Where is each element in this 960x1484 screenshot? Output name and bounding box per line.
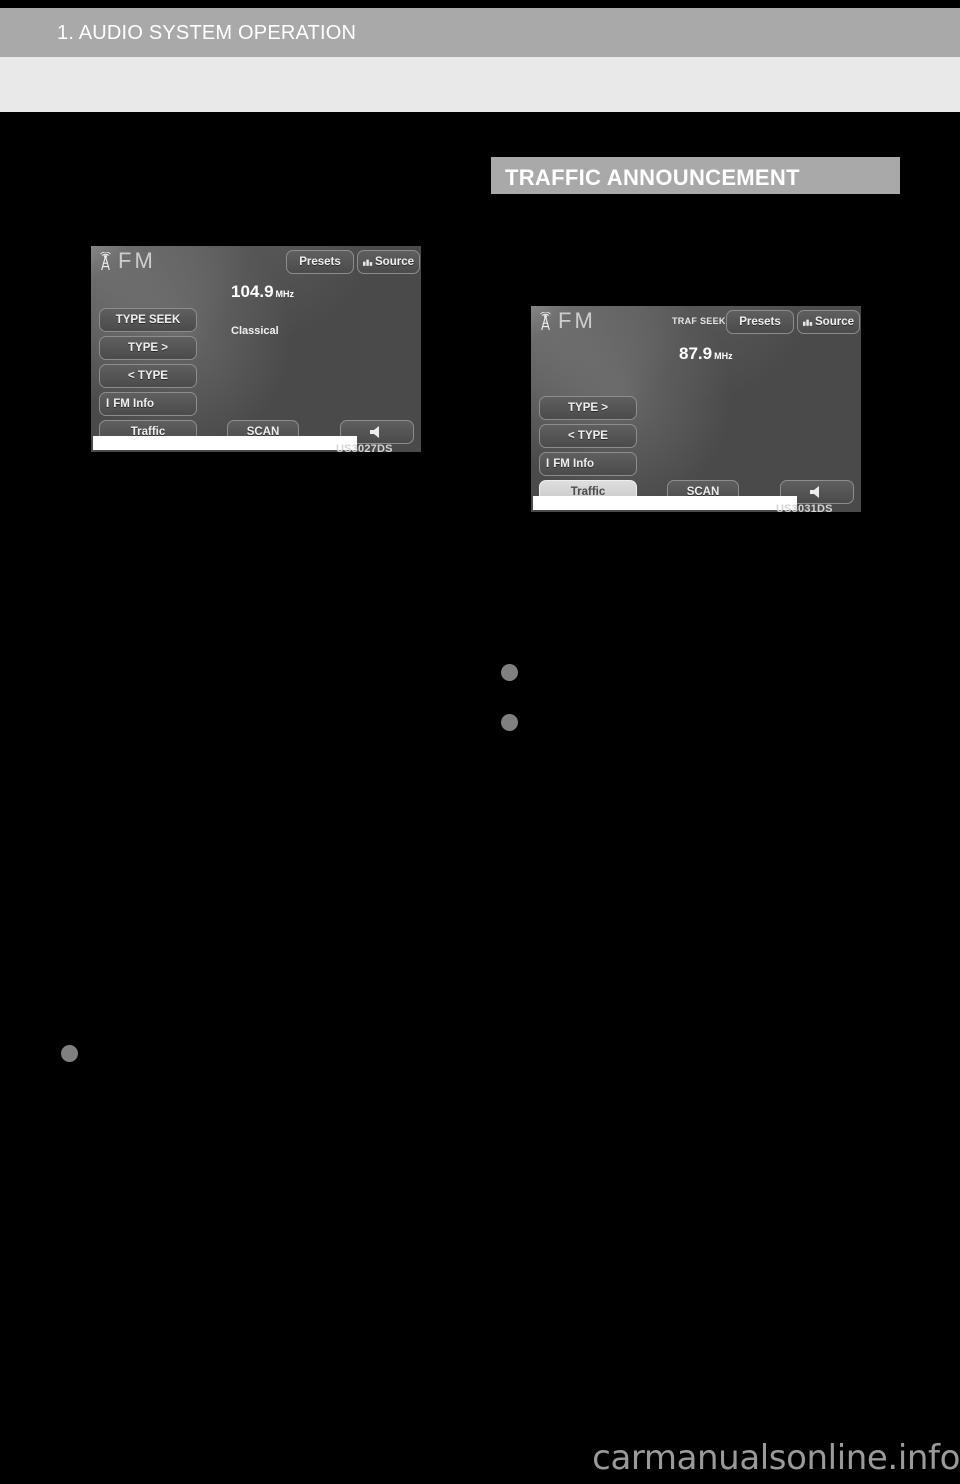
type-next-button[interactable]: TYPE > bbox=[99, 336, 197, 360]
frequency-display: 87.9 MHz bbox=[679, 344, 733, 364]
frequency-value: 87.9 bbox=[679, 344, 713, 363]
traf-seek-status: TRAF SEEK bbox=[672, 316, 726, 326]
page-title: 1. AUDIO SYSTEM OPERATION bbox=[57, 22, 357, 44]
band-indicator: FM bbox=[537, 310, 596, 332]
type-seek-button[interactable]: TYPE SEEK bbox=[99, 308, 197, 332]
speaker-icon bbox=[370, 426, 379, 438]
presets-button[interactable]: Presets bbox=[286, 250, 354, 274]
radio-tower-icon bbox=[540, 311, 551, 330]
figure-label: US3031DS bbox=[776, 503, 833, 515]
genre-display: Classical bbox=[231, 325, 279, 337]
site-watermark: carmanualsonline.info bbox=[592, 1438, 960, 1478]
type-next-button[interactable]: TYPE > bbox=[539, 396, 637, 420]
presets-label: Presets bbox=[299, 256, 341, 268]
type-seek-label: TYPE SEEK bbox=[115, 314, 181, 326]
type-prev-button[interactable]: < TYPE bbox=[99, 364, 197, 388]
screen-bottom-white-bar bbox=[93, 436, 357, 450]
figure-label: US3027DS bbox=[336, 443, 393, 455]
presets-label: Presets bbox=[739, 316, 781, 328]
screen-bottom-white-bar bbox=[533, 496, 797, 510]
presets-button[interactable]: Presets bbox=[726, 310, 794, 334]
type-next-label: TYPE > bbox=[128, 342, 168, 354]
figure-fm-type-seek: FM Presets Source 104.9 MHz Classical TYP… bbox=[88, 243, 424, 455]
list-bullet bbox=[501, 714, 518, 731]
source-icon bbox=[363, 259, 373, 266]
type-next-label: TYPE > bbox=[568, 402, 608, 414]
list-bullet bbox=[61, 1045, 78, 1062]
fm-info-prefix: I bbox=[106, 398, 110, 410]
band-indicator: FM bbox=[97, 250, 156, 272]
fm-info-label: FM Info bbox=[553, 458, 595, 470]
source-button[interactable]: Source bbox=[797, 310, 860, 334]
list-bullet bbox=[501, 664, 518, 681]
band-label: FM bbox=[558, 308, 596, 333]
type-prev-label: < TYPE bbox=[568, 430, 608, 442]
source-icon bbox=[803, 319, 813, 326]
type-prev-label: < TYPE bbox=[128, 370, 168, 382]
band-label: FM bbox=[118, 248, 156, 273]
header-sub-band bbox=[0, 57, 960, 112]
source-label: Source bbox=[815, 316, 854, 328]
fm-info-prefix: I bbox=[546, 458, 550, 470]
frequency-unit: MHz bbox=[714, 351, 733, 361]
source-label: Source bbox=[375, 256, 414, 268]
frequency-display: 104.9 MHz bbox=[231, 282, 294, 302]
type-prev-button[interactable]: < TYPE bbox=[539, 424, 637, 448]
radio-screen-fm-traffic: FM TRAF SEEK Presets Source 87.9 MHz TYPE… bbox=[528, 303, 864, 515]
figure-fm-traffic: FM TRAF SEEK Presets Source 87.9 MHz TYPE… bbox=[528, 303, 864, 515]
frequency-value: 104.9 bbox=[231, 282, 274, 301]
frequency-unit: MHz bbox=[275, 289, 295, 299]
speaker-icon bbox=[810, 486, 819, 498]
fm-info-button[interactable]: I FM Info bbox=[539, 452, 637, 476]
radio-tower-icon bbox=[100, 251, 111, 270]
fm-info-label: FM Info bbox=[113, 398, 155, 410]
fm-info-button[interactable]: I FM Info bbox=[99, 392, 197, 416]
radio-screen-fm-type-seek: FM Presets Source 104.9 MHz Classical TYP… bbox=[88, 243, 424, 455]
source-button[interactable]: Source bbox=[357, 250, 420, 274]
